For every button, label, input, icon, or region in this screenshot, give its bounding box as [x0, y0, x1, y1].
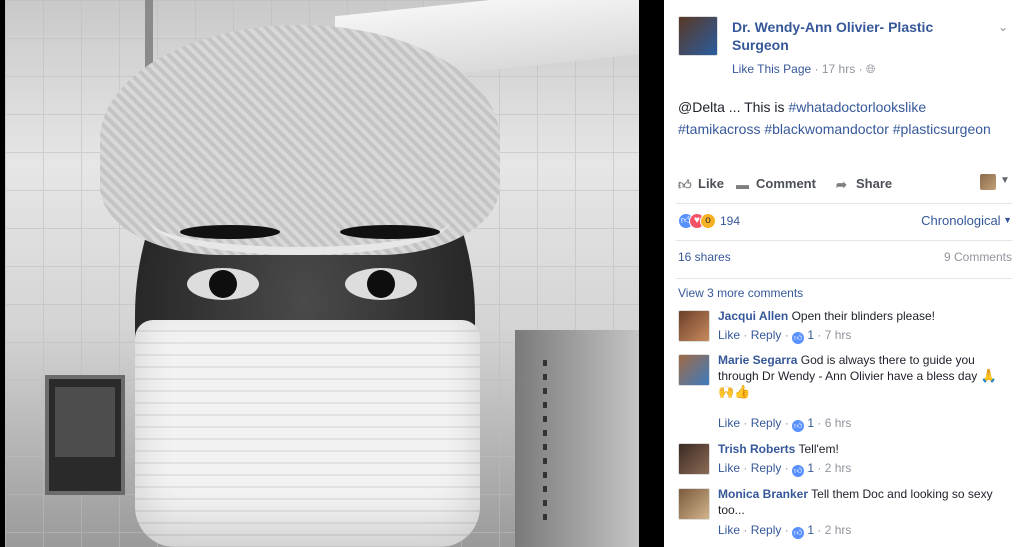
wow-reaction-icon[interactable]: o: [700, 213, 716, 229]
photo-eye: [187, 268, 259, 300]
photo-surgical-mask: [135, 320, 480, 547]
hashtag-link[interactable]: #plasticsurgeon: [893, 121, 991, 137]
thumbs-up-icon: 👍︎: [792, 420, 805, 432]
photo-eye: [345, 268, 417, 300]
comment-reply-link[interactable]: Reply: [751, 461, 782, 475]
comments-count-link[interactable]: 9 Comments: [944, 250, 1012, 264]
post-time[interactable]: 17 hrs: [822, 62, 855, 76]
commenter-avatar[interactable]: [678, 354, 710, 386]
photo-cabinet: [515, 330, 639, 547]
divider: [676, 240, 1012, 241]
photo-brow: [340, 225, 440, 239]
thumbs-up-icon: 👍︎: [678, 177, 692, 192]
share-label: Share: [856, 176, 893, 191]
comment-sort-dropdown[interactable]: Chronological ▼: [921, 213, 1012, 228]
comment-item: Marie Segarra God is always there to gui…: [678, 352, 1018, 432]
comment-meta: Like · Reply · 👍︎ 1 · 2 hrs: [718, 523, 852, 539]
comment-like-link[interactable]: Like: [718, 328, 740, 342]
post-side-panel: Dr. Wendy-Ann Olivier- Plastic Surgeon ⌄…: [664, 0, 1024, 547]
comment-author[interactable]: Trish Roberts: [718, 442, 795, 456]
comment-body: Jacqui Allen Open their blinders please!: [718, 308, 1008, 324]
post-counts: 16 shares 9 Comments: [678, 250, 1018, 268]
view-more-comments-link[interactable]: View 3 more comments: [678, 286, 803, 300]
comment-time[interactable]: 2 hrs: [825, 523, 852, 537]
comment-reply-link[interactable]: Reply: [751, 328, 782, 342]
page-avatar[interactable]: [678, 16, 718, 56]
comment-as-selector[interactable]: ▼: [980, 172, 1010, 192]
share-button[interactable]: ➦ Share: [836, 176, 893, 192]
comment-reply-link[interactable]: Reply: [751, 523, 782, 537]
comment-like-count[interactable]: 1: [807, 416, 814, 430]
post-text-prefix: @Delta ... This is: [678, 99, 789, 115]
divider: [676, 203, 1012, 204]
photo-viewer: Dr. Wendy-Ann Olivier- Plastic Surgeon ⌄…: [0, 0, 1024, 547]
hashtag-link[interactable]: #blackwomandoctor: [764, 121, 889, 137]
post-actions: 👍︎ Like ▬ Comment ➦ Share ▼: [678, 172, 1018, 196]
comment-author[interactable]: Monica Branker: [718, 487, 808, 501]
comment-reply-link[interactable]: Reply: [751, 416, 782, 430]
comment-meta: Like · Reply · 👍︎ 1 · 7 hrs: [718, 328, 852, 344]
comment-text: Tell'em!: [798, 442, 839, 456]
page-name-link[interactable]: Dr. Wendy-Ann Olivier- Plastic Surgeon: [732, 18, 972, 54]
post-subline: Like This Page · 17 hrs · 🌐︎: [732, 62, 876, 77]
commenter-avatar[interactable]: [678, 443, 710, 475]
photo-monitor: [45, 375, 125, 495]
like-page-link[interactable]: Like This Page: [732, 62, 811, 76]
chevron-down-icon[interactable]: ⌄: [998, 20, 1010, 34]
comment-meta: Like · Reply · 👍︎ 1 · 2 hrs: [718, 461, 852, 477]
post-photo[interactable]: [5, 0, 639, 547]
comment-like-link[interactable]: Like: [718, 523, 740, 537]
comment-time[interactable]: 2 hrs: [825, 461, 852, 475]
comment-like-count[interactable]: 1: [807, 461, 814, 475]
separator: ·: [858, 62, 866, 76]
comment-body: Trish Roberts Tell'em!: [718, 441, 1008, 457]
comment-label: Comment: [756, 176, 816, 191]
comment-text: Open their blinders please!: [791, 309, 936, 323]
sort-label: Chronological: [921, 213, 1001, 228]
photo-surgical-cap: [100, 25, 500, 255]
thumbs-up-icon: 👍︎: [792, 332, 805, 344]
hashtag-link[interactable]: #whatadoctorlookslike: [788, 99, 926, 115]
comment-author[interactable]: Marie Segarra: [718, 353, 797, 367]
like-button[interactable]: 👍︎ Like: [678, 176, 725, 192]
photo-brow: [180, 225, 280, 239]
share-icon: ➦: [836, 177, 847, 192]
divider: [676, 278, 1012, 279]
comment-item: Jacqui Allen Open their blinders please!…: [678, 308, 1018, 346]
thumbs-up-icon: 👍︎: [792, 527, 805, 539]
comment-icon: ▬: [736, 177, 749, 192]
commenter-avatar[interactable]: [678, 310, 710, 342]
globe-icon[interactable]: 🌐︎: [866, 62, 876, 76]
like-label: Like: [698, 176, 725, 191]
viewer-avatar: [980, 174, 996, 190]
separator: ·: [814, 62, 822, 76]
commenter-avatar[interactable]: [678, 488, 710, 520]
post-text: @Delta ... This is #whatadoctorlookslike…: [678, 96, 1008, 140]
reactions-count[interactable]: 194: [720, 214, 740, 228]
comment-author[interactable]: Jacqui Allen: [718, 309, 788, 323]
comment-time[interactable]: 7 hrs: [825, 328, 852, 342]
comment-like-count[interactable]: 1: [807, 523, 814, 537]
comment-body: Marie Segarra God is always there to gui…: [718, 352, 1008, 400]
comment-like-count[interactable]: 1: [807, 328, 814, 342]
comment-body: Monica Branker Tell them Doc and looking…: [718, 486, 1008, 518]
caret-down-icon: ▼: [1000, 175, 1010, 186]
caret-down-icon: ▼: [1000, 215, 1012, 225]
shares-count-link[interactable]: 16 shares: [678, 250, 731, 264]
comment-time[interactable]: 6 hrs: [825, 416, 852, 430]
thumbs-up-emoji: 👍: [734, 384, 751, 399]
comment-like-link[interactable]: Like: [718, 416, 740, 430]
reactions-row: 👍︎ ♥ o 194 Chronological ▼: [678, 212, 1018, 232]
raised-hands-emoji: 🙌: [718, 384, 735, 399]
thumbs-up-icon: 👍︎: [792, 465, 805, 477]
comment-like-link[interactable]: Like: [718, 461, 740, 475]
comment-item: Monica Branker Tell them Doc and looking…: [678, 486, 1018, 542]
comment-meta: Like · Reply · 👍︎ 1 · 6 hrs: [718, 416, 852, 432]
praying-hands-emoji: 🙏: [980, 368, 997, 383]
comment-item: Trish Roberts Tell'em! Like · Reply · 👍︎…: [678, 441, 1018, 479]
hashtag-link[interactable]: #tamikacross: [678, 121, 760, 137]
